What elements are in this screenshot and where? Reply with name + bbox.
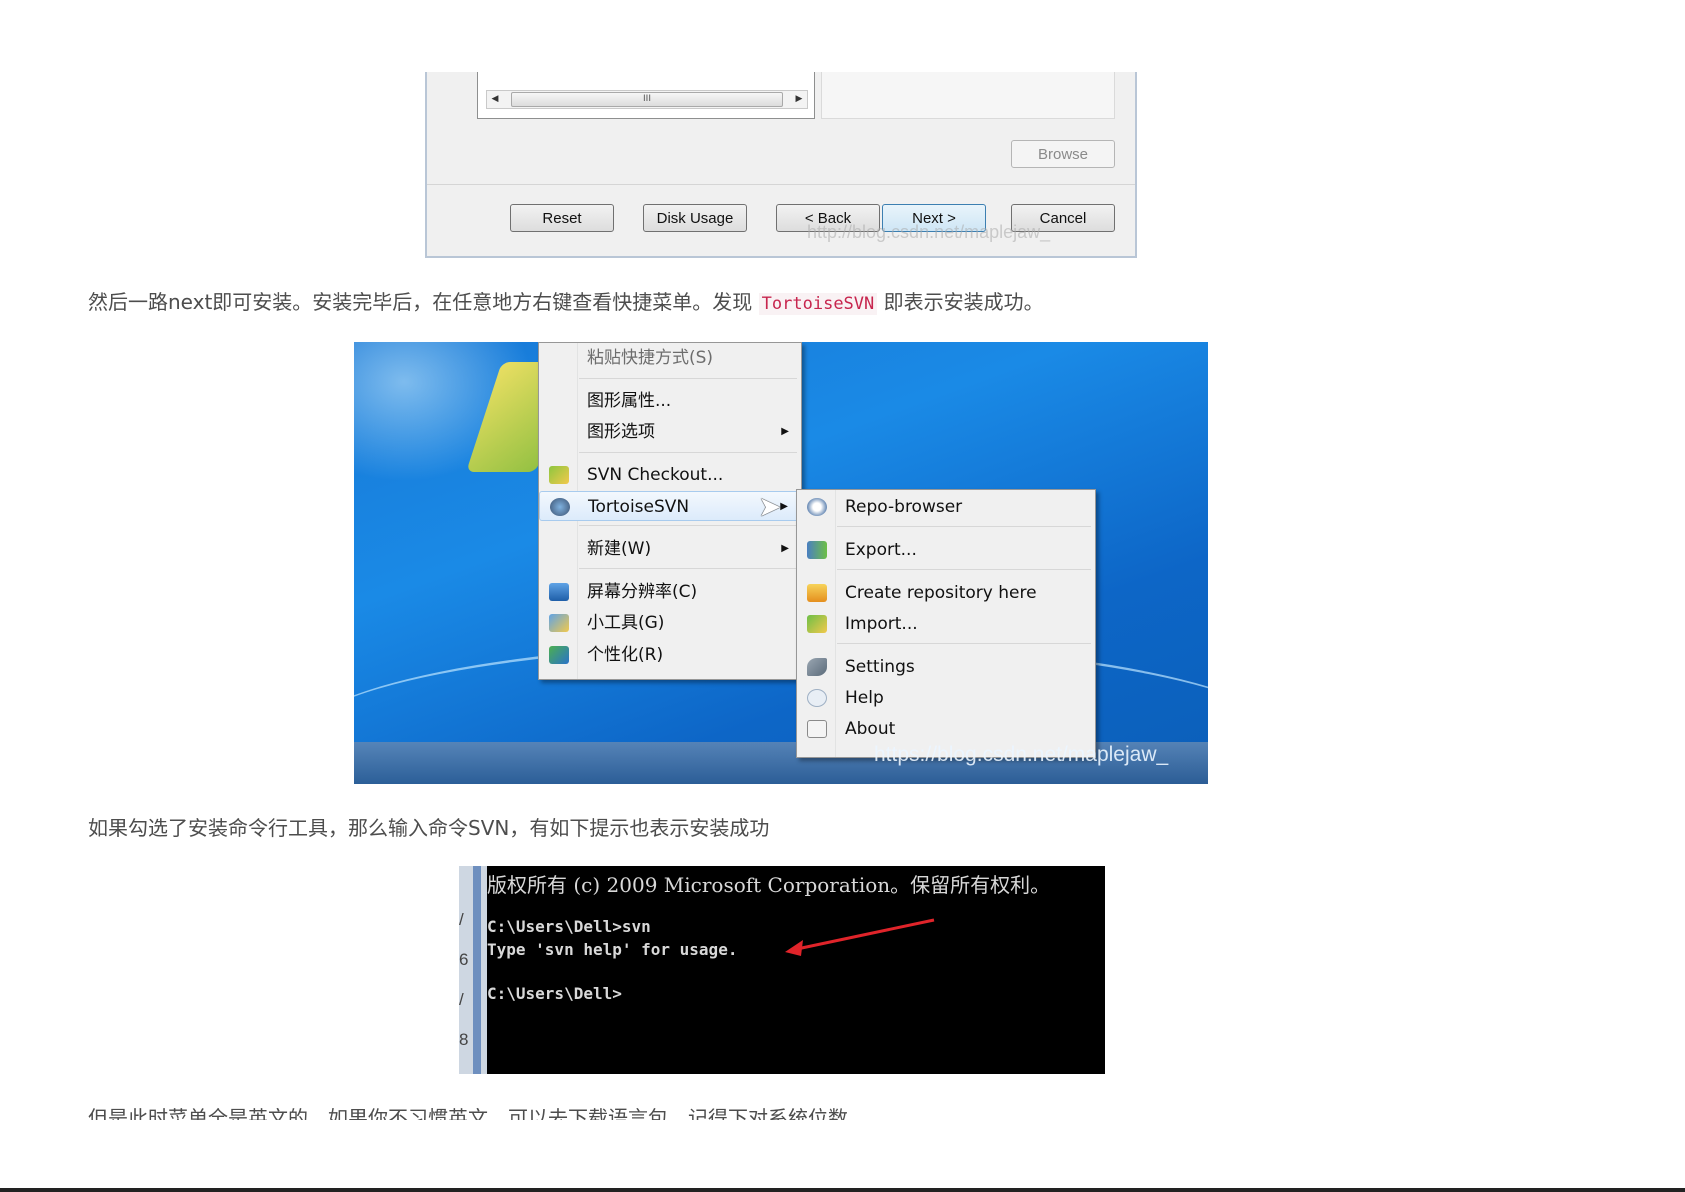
menu-item-export[interactable]: Export...: [797, 535, 1095, 565]
menu-separator: [837, 643, 1091, 644]
console-output-line: Type 'svn help' for usage.: [487, 940, 738, 959]
menu-item-label: 小工具(G): [587, 613, 665, 633]
arrow-shaft: [796, 918, 935, 951]
gadgets-icon: [549, 614, 569, 632]
scroll-right-arrow-icon[interactable]: ▶: [791, 91, 807, 108]
image-watermark: https://blog.csdn.net/maplejaw_: [874, 743, 1169, 766]
repo-browser-icon: [807, 498, 827, 516]
tortoisesvn-icon: [550, 498, 570, 516]
browse-button[interactable]: Browse: [1011, 140, 1115, 168]
menu-item-label: TortoiseSVN: [588, 497, 690, 517]
menu-item-label: 屏幕分辨率(C): [587, 582, 698, 602]
menu-separator: [579, 452, 797, 453]
menu-item-label: 图形属性...: [587, 391, 672, 411]
dialog-separator: [427, 184, 1135, 185]
scroll-left-arrow-icon[interactable]: ◀: [487, 91, 503, 108]
side-char: 8: [459, 1030, 469, 1049]
paragraph-cut-container: 但是此时菜单全是英文的，如果你不习惯英文，可以去下载语言包，记得下对系统位数: [88, 1100, 1088, 1120]
menu-separator: [579, 525, 797, 526]
about-icon: [807, 720, 827, 738]
menu-item-label: About: [845, 719, 896, 739]
menu-item-gadgets[interactable]: 小工具(G): [539, 608, 801, 638]
menu-item-label: Repo-browser: [845, 497, 963, 517]
feature-description-box: [821, 72, 1115, 119]
menu-item-screen-resolution[interactable]: 屏幕分辨率(C): [539, 577, 801, 607]
menu-separator: [579, 378, 797, 379]
menu-item-repo-browser[interactable]: Repo-browser: [797, 492, 1095, 522]
side-char: /: [459, 910, 464, 929]
submenu-arrow-icon: ▶: [781, 543, 789, 554]
menu-item-svn-checkout[interactable]: SVN Checkout...: [539, 460, 801, 490]
console-command-line: C:\Users\Dell>svn: [487, 917, 651, 936]
menu-separator: [837, 526, 1091, 527]
create-repository-icon: [807, 584, 827, 602]
image-watermark: http://blog.csdn.net/maplejaw_: [807, 222, 1051, 242]
scroll-thumb[interactable]: III: [511, 92, 783, 107]
desktop-screenshot: 粘贴快捷方式(S) 图形属性... 图形选项 ▶ SVN Checkout...…: [354, 342, 1208, 784]
menu-item-label: Settings: [845, 657, 915, 677]
export-icon: [807, 541, 827, 559]
paragraph-language-pack: 但是此时菜单全是英文的，如果你不习惯英文，可以去下载语言包，记得下对系统位数: [88, 1106, 848, 1120]
settings-icon: [807, 658, 827, 676]
paragraph-text: 然后一路next即可安装。安装完毕后，在任意地方右键查看快捷菜单。发现: [88, 290, 759, 314]
arrow-head: [785, 940, 803, 956]
menu-separator: [837, 569, 1091, 570]
menu-item-graphics-properties[interactable]: 图形属性...: [539, 386, 801, 416]
menu-item-import[interactable]: Import...: [797, 609, 1095, 639]
red-arrow-annotation: [785, 918, 935, 956]
svn-checkout-icon: [549, 466, 569, 484]
menu-item-label: Import...: [845, 614, 918, 634]
side-char: /: [459, 990, 464, 1009]
side-char: 6: [459, 950, 469, 969]
menu-item-label: Help: [845, 688, 884, 708]
import-icon: [807, 615, 827, 633]
console-copyright-line: 版权所有 (c) 2009 Microsoft Corporation。保留所有…: [487, 873, 1051, 897]
submenu-arrow-icon: ▶: [781, 426, 789, 437]
reset-button[interactable]: Reset: [510, 204, 614, 232]
menu-item-label: Create repository here: [845, 583, 1037, 603]
installer-dialog: ◀ III ▶ Browse Reset Disk Usage < Back N…: [425, 72, 1137, 258]
disk-usage-button[interactable]: Disk Usage: [643, 204, 747, 232]
inline-code: TortoiseSVN: [758, 293, 878, 315]
menu-item-label: 新建(W): [587, 539, 652, 559]
menu-item-create-repository[interactable]: Create repository here: [797, 578, 1095, 608]
menu-item-help[interactable]: Help: [797, 683, 1095, 713]
paragraph-command-line: 如果勾选了安装命令行工具，那么输入命令SVN，有如下提示也表示安装成功: [88, 816, 770, 840]
menu-item-label: Export...: [845, 540, 917, 560]
bottom-border: [0, 1188, 1685, 1192]
menu-item-settings[interactable]: Settings: [797, 652, 1095, 682]
tortoisesvn-submenu: Repo-browser Export... Create repository…: [796, 489, 1096, 758]
feature-tree-box: ◀ III ▶: [477, 72, 815, 119]
menu-item-label: 个性化(R): [587, 645, 664, 665]
help-icon: [807, 689, 827, 707]
command-prompt-screenshot: / 6 / 8 版权所有 (c) 2009 Microsoft Corporat…: [459, 866, 1105, 1074]
horizontal-scrollbar[interactable]: ◀ III ▶: [486, 90, 808, 109]
menu-item-paste-shortcut[interactable]: 粘贴快捷方式(S): [539, 343, 801, 373]
console-prompt-line: C:\Users\Dell>: [487, 984, 622, 1003]
menu-item-label: 粘贴快捷方式(S): [587, 348, 714, 368]
menu-item-personalize[interactable]: 个性化(R): [539, 640, 801, 670]
console-left-edge: / 6 / 8: [459, 866, 487, 1074]
menu-item-new[interactable]: 新建(W) ▶: [539, 534, 801, 564]
console-left-bar: [473, 866, 481, 1074]
mouse-pointer-icon: ➤: [758, 490, 782, 523]
menu-item-graphics-options[interactable]: 图形选项 ▶: [539, 417, 801, 447]
screen-resolution-icon: [549, 583, 569, 601]
menu-item-label: 图形选项: [587, 422, 655, 442]
paragraph-text: 即表示安装成功。: [877, 290, 1044, 314]
paragraph-install-complete: 然后一路next即可安装。安装完毕后，在任意地方右键查看快捷菜单。发现 Tort…: [88, 286, 1044, 315]
menu-separator: [579, 568, 797, 569]
menu-item-about[interactable]: About: [797, 714, 1095, 744]
personalize-icon: [549, 646, 569, 664]
menu-item-label: SVN Checkout...: [587, 465, 724, 485]
